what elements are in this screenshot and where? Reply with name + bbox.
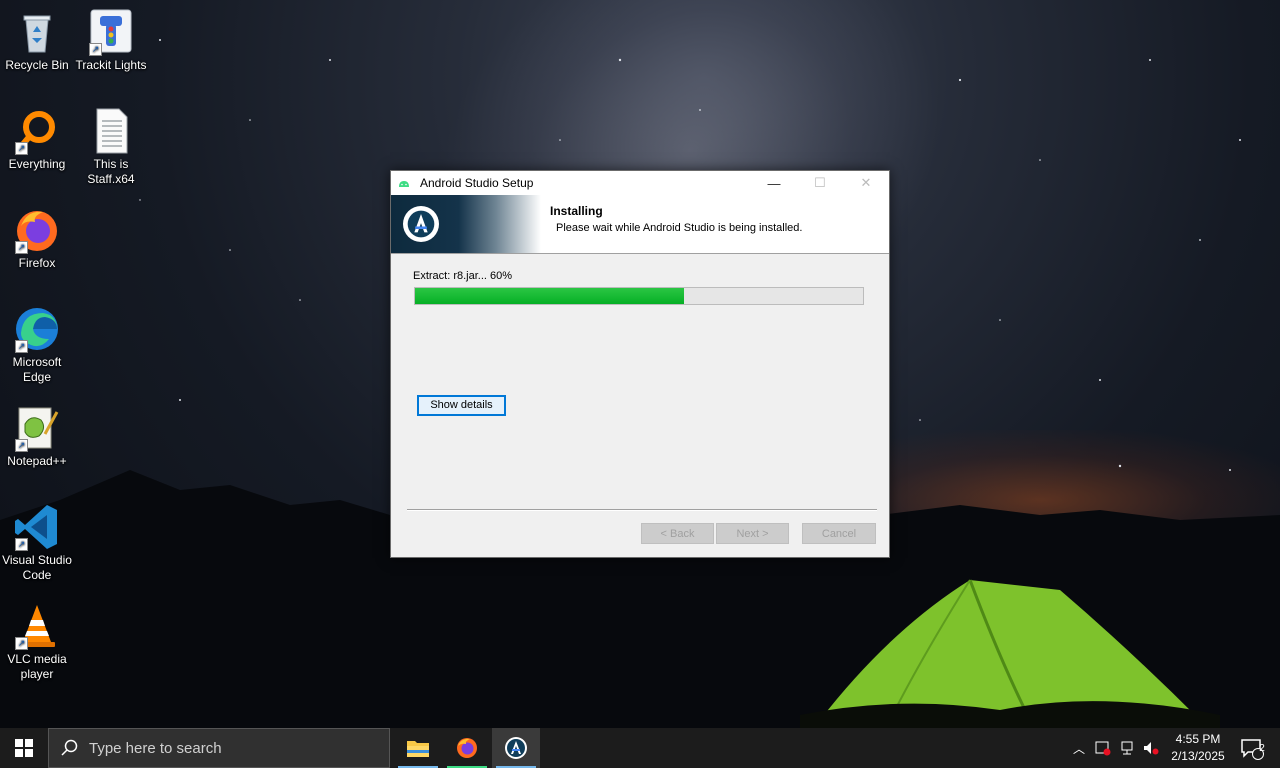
shortcut-arrow-icon: ↗ — [15, 538, 28, 551]
taskbar: Type here to search ︿ 4:55 PM 2/13/2025 … — [0, 728, 1280, 768]
next-button[interactable]: Next > — [716, 523, 789, 544]
vscode-icon: ↗ — [13, 503, 61, 551]
header-subtitle: Please wait while Android Studio is bein… — [556, 222, 803, 234]
chevron-up-icon: ︿ — [1072, 741, 1085, 756]
install-status-text: Extract: r8.jar... 60% — [413, 270, 513, 282]
desktop-icon-label: Firefox — [18, 256, 56, 270]
taskbar-android-studio[interactable] — [492, 728, 540, 768]
show-details-button[interactable]: Show details — [417, 395, 506, 416]
close-icon: ✕ — [860, 175, 872, 190]
edge-icon: ↗ — [13, 305, 61, 353]
wallpaper-tent — [800, 579, 1220, 730]
minimize-button[interactable]: — — [751, 171, 797, 195]
desktop-icon-trackit-lights[interactable]: ↗ Trackit Lights — [74, 8, 148, 73]
maximize-icon: ☐ — [814, 175, 826, 190]
clock-date: 2/13/2025 — [1171, 749, 1225, 763]
maximize-button[interactable]: ☐ — [797, 171, 843, 195]
wizard-body: Extract: r8.jar... 60% Show details — [391, 254, 889, 508]
desktop-icon-label: Visual Studio Code — [2, 553, 72, 582]
traffic-light-icon: ↗ — [87, 8, 135, 56]
search-icon — [61, 739, 78, 756]
desktop-icon-label: VLC media player — [7, 652, 67, 681]
desktop-icon-firefox[interactable]: ↗ Firefox — [0, 206, 74, 271]
notification-count-badge: 2 — [1259, 743, 1265, 754]
recycle-bin-icon — [13, 8, 61, 56]
taskbar-firefox[interactable] — [443, 728, 491, 768]
android-studio-icon — [505, 737, 527, 759]
action-center-button[interactable]: 2 — [1232, 728, 1272, 768]
windows-logo-icon — [15, 739, 33, 757]
desktop-icon-label: This is Staff.x64 — [87, 157, 135, 186]
file-explorer-icon — [407, 741, 429, 757]
desktop-icon-label: Recycle Bin — [5, 58, 69, 72]
shortcut-arrow-icon: ↗ — [15, 241, 28, 254]
vlc-cone-icon: ↗ — [13, 602, 61, 650]
volume-muted-icon — [1144, 742, 1159, 755]
desktop-icon-recycle-bin[interactable]: Recycle Bin — [0, 8, 74, 73]
shortcut-arrow-icon: ↗ — [15, 439, 28, 452]
minimize-icon: — — [767, 175, 781, 191]
desktop-icon-vlc[interactable]: ↗ VLC media player — [0, 602, 74, 682]
firefox-icon: ↗ — [13, 206, 61, 254]
desktop-icon-edge[interactable]: ↗ Microsoft Edge — [0, 305, 74, 385]
close-button[interactable]: ✕ — [843, 171, 889, 195]
android-studio-setup-window[interactable]: Android Studio Setup — ☐ ✕ Installing Pl… — [390, 170, 890, 558]
firefox-icon — [457, 738, 477, 758]
header-banner — [391, 195, 541, 253]
desktop-icon-vscode[interactable]: ↗ Visual Studio Code — [0, 503, 74, 583]
desktop-icon-label: Trackit Lights — [75, 58, 147, 72]
shortcut-arrow-icon: ↗ — [15, 142, 28, 155]
footer-separator — [407, 509, 877, 511]
cancel-button[interactable]: Cancel — [802, 523, 876, 544]
search-placeholder: Type here to search — [89, 739, 222, 757]
text-file-icon — [87, 107, 135, 155]
desktop-icon-everything[interactable]: ↗ Everything — [0, 107, 74, 172]
desktop-icon-label: Notepad++ — [7, 454, 67, 468]
tray-network[interactable] — [1116, 728, 1138, 768]
install-progress-bar — [414, 287, 864, 305]
shortcut-arrow-icon: ↗ — [89, 43, 102, 56]
wizard-header: Installing Please wait while Android Stu… — [391, 195, 889, 254]
tray-security[interactable] — [1092, 728, 1114, 768]
desktop-icon-notepad-plus-plus[interactable]: ↗ Notepad++ — [0, 404, 74, 469]
shortcut-arrow-icon: ↗ — [15, 340, 28, 353]
android-icon — [399, 181, 409, 187]
shortcut-arrow-icon: ↗ — [15, 637, 28, 650]
taskbar-search-box[interactable]: Type here to search — [48, 728, 390, 768]
desktop-icon-label: Everything — [8, 157, 66, 171]
taskbar-clock[interactable]: 4:55 PM 2/13/2025 — [1160, 731, 1236, 765]
android-studio-logo-icon — [403, 206, 439, 242]
everything-search-icon: ↗ — [13, 107, 61, 155]
clock-time: 4:55 PM — [1175, 732, 1221, 746]
desktop-icon-label: Microsoft Edge — [12, 355, 62, 384]
header-title: Installing — [550, 204, 603, 218]
show-hidden-icons-button[interactable]: ︿ — [1068, 728, 1090, 768]
window-titlebar[interactable]: Android Studio Setup — ☐ ✕ — [391, 171, 889, 195]
tray-volume[interactable] — [1140, 728, 1162, 768]
back-button[interactable]: < Back — [641, 523, 714, 544]
window-title: Android Studio Setup — [420, 176, 534, 190]
network-icon — [1121, 741, 1133, 755]
notepad-plus-plus-icon: ↗ — [13, 404, 61, 452]
start-button[interactable] — [0, 728, 48, 768]
desktop-icon-staff-file[interactable]: This is Staff.x64 — [74, 107, 148, 187]
progress-fill — [415, 288, 684, 304]
security-alert-icon — [1095, 741, 1111, 756]
taskbar-file-explorer[interactable] — [394, 728, 442, 768]
